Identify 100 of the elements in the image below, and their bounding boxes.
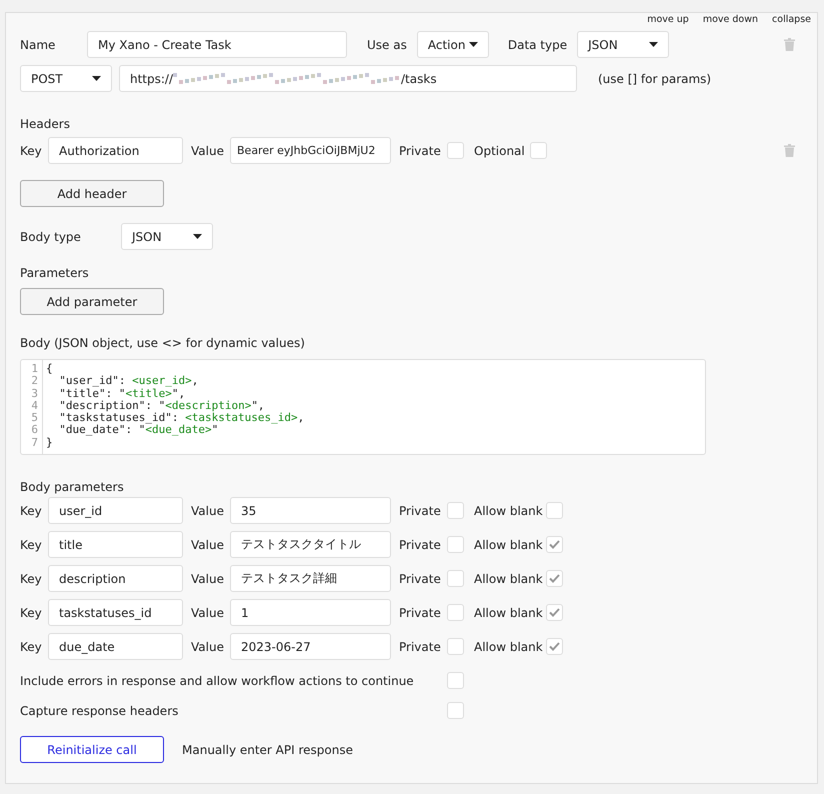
parameter-value-field[interactable]: 2023-06-27 bbox=[230, 633, 391, 660]
panel-link[interactable]: collapse bbox=[772, 14, 811, 27]
field-label: Allow blank bbox=[474, 572, 544, 586]
section-title: Body (JSON object, use <> for dynamic values) bbox=[20, 335, 305, 351]
parameter-key-field[interactable]: title bbox=[48, 531, 183, 558]
parameter-key-field[interactable]: description bbox=[48, 565, 183, 592]
field-label: Value bbox=[191, 640, 225, 654]
panel-link[interactable]: move up bbox=[647, 14, 689, 27]
optional-checkbox[interactable] bbox=[530, 142, 547, 159]
private-checkbox[interactable] bbox=[447, 536, 464, 553]
checkmark-icon bbox=[549, 540, 560, 549]
line-number: 2 bbox=[31, 375, 38, 388]
field-label: Value bbox=[191, 504, 225, 518]
field-label: Key bbox=[20, 144, 43, 158]
field-label: Value bbox=[191, 144, 225, 158]
trash-icon[interactable] bbox=[784, 144, 795, 157]
option-checkbox[interactable] bbox=[447, 672, 464, 689]
field-label: Allow blank bbox=[474, 504, 544, 518]
parameter-value-field[interactable]: 35 bbox=[230, 497, 391, 524]
field-label: Use as bbox=[367, 38, 407, 52]
field-label: Private bbox=[399, 606, 442, 620]
data-type-dropdown[interactable]: JSON bbox=[577, 31, 670, 58]
code-line: "due_date": "<due_date>" bbox=[58, 424, 218, 437]
header-key-field[interactable]: Authorization bbox=[48, 137, 183, 164]
code-line: "user_id": <user_id>, bbox=[58, 375, 200, 388]
allow-blank-checkbox[interactable] bbox=[546, 638, 563, 655]
field-label: Data type bbox=[508, 38, 568, 52]
private-checkbox[interactable] bbox=[447, 142, 464, 159]
add-parameter-button[interactable]: Add parameter bbox=[20, 288, 164, 315]
field-label: Body type bbox=[20, 230, 82, 244]
parameter-key-field[interactable]: user_id bbox=[48, 497, 183, 524]
url-text: https:// bbox=[130, 72, 174, 86]
parameter-value-field[interactable]: 1 bbox=[230, 599, 391, 626]
field-label: Key bbox=[20, 606, 43, 620]
url-field[interactable]: https:// /tasks bbox=[119, 65, 577, 92]
allow-blank-checkbox[interactable] bbox=[546, 536, 563, 553]
field-label: Key bbox=[20, 572, 43, 586]
private-checkbox[interactable] bbox=[447, 502, 464, 519]
field-label: Private bbox=[399, 572, 442, 586]
reinitialize-button[interactable]: Reinitialize call bbox=[20, 736, 164, 763]
code-line: { bbox=[46, 363, 54, 376]
field-label: Private bbox=[399, 504, 442, 518]
add-header-button[interactable]: Add header bbox=[20, 180, 164, 207]
section-title: Parameters bbox=[20, 265, 89, 281]
field-label: Private bbox=[399, 640, 442, 654]
caret-icon bbox=[649, 42, 658, 47]
parameter-key-field[interactable]: due_date bbox=[48, 633, 183, 660]
field-label: Allow blank bbox=[474, 538, 544, 552]
line-number: 5 bbox=[31, 412, 38, 424]
checkmark-icon bbox=[549, 574, 560, 583]
field-label: Value bbox=[191, 572, 225, 586]
field-label: Value bbox=[191, 606, 225, 620]
parameter-key-field[interactable]: taskstatuses_id bbox=[48, 599, 183, 626]
parameter-value-field[interactable]: テストタスクタイトル bbox=[230, 531, 391, 558]
field-label: Optional bbox=[474, 144, 526, 158]
code-editor[interactable]: 1 2 3 4 5 6 7 { "user_id": <user_id>, "title": "<title>", "description": "<description>", "taskstatuses_id": <taskstatuses_id>, "due_date": "<due_date>" } bbox=[20, 359, 706, 455]
trash-icon[interactable] bbox=[784, 38, 795, 51]
code-line: "description": "<description>", bbox=[58, 400, 266, 412]
line-number: 6 bbox=[31, 424, 38, 437]
header-value-field[interactable]: Bearer eyJhbGciOiJBMjU2 bbox=[230, 137, 391, 164]
allow-blank-checkbox[interactable] bbox=[546, 502, 563, 519]
field-label: Private bbox=[399, 538, 442, 552]
section-title: Headers bbox=[20, 116, 70, 132]
code-line: } bbox=[46, 436, 54, 450]
line-number: 7 bbox=[31, 436, 38, 450]
line-number: 3 bbox=[31, 388, 38, 400]
url-text: /tasks bbox=[401, 72, 437, 86]
field-label: Allow blank bbox=[474, 606, 544, 620]
private-checkbox[interactable] bbox=[447, 570, 464, 587]
field-label: Key bbox=[20, 640, 43, 654]
manual-response-link[interactable]: Manually enter API response bbox=[182, 742, 353, 756]
field-label: Private bbox=[399, 144, 442, 158]
field-label: Allow blank bbox=[474, 640, 544, 654]
caret-icon bbox=[468, 42, 478, 47]
code-line: "taskstatuses_id": <taskstatuses_id>, bbox=[58, 412, 304, 424]
allow-blank-checkbox[interactable] bbox=[546, 570, 563, 587]
panel-link[interactable]: move down bbox=[702, 14, 758, 27]
checkmark-icon bbox=[549, 608, 560, 617]
allow-blank-checkbox[interactable] bbox=[546, 604, 563, 621]
method-dropdown[interactable]: POST bbox=[20, 65, 112, 92]
checkmark-icon bbox=[549, 642, 560, 651]
url-hint: (use [] for params) bbox=[598, 72, 712, 86]
option-checkbox[interactable] bbox=[447, 702, 464, 719]
field-label: Key bbox=[20, 504, 43, 518]
field-label: Value bbox=[191, 538, 225, 552]
use-as-dropdown[interactable]: Action bbox=[416, 31, 489, 58]
private-checkbox[interactable] bbox=[447, 638, 464, 655]
private-checkbox[interactable] bbox=[447, 604, 464, 621]
caret-icon bbox=[193, 234, 202, 239]
section-title: Body parameters bbox=[20, 479, 124, 495]
parameter-value-field[interactable]: テストタスク詳細 bbox=[230, 565, 391, 592]
line-number: 4 bbox=[31, 400, 38, 412]
code-line: "title": "<title>", bbox=[58, 388, 186, 400]
body-type-dropdown[interactable]: JSON bbox=[121, 223, 213, 250]
option-label: Capture response headers bbox=[20, 704, 180, 718]
option-label: Include errors in response and allow workflow actions to continue bbox=[20, 674, 415, 688]
name-field[interactable]: My Xano - Create Task bbox=[87, 31, 347, 58]
field-label: Key bbox=[20, 538, 43, 552]
field-label: Name bbox=[20, 38, 56, 52]
caret-icon bbox=[92, 76, 101, 81]
